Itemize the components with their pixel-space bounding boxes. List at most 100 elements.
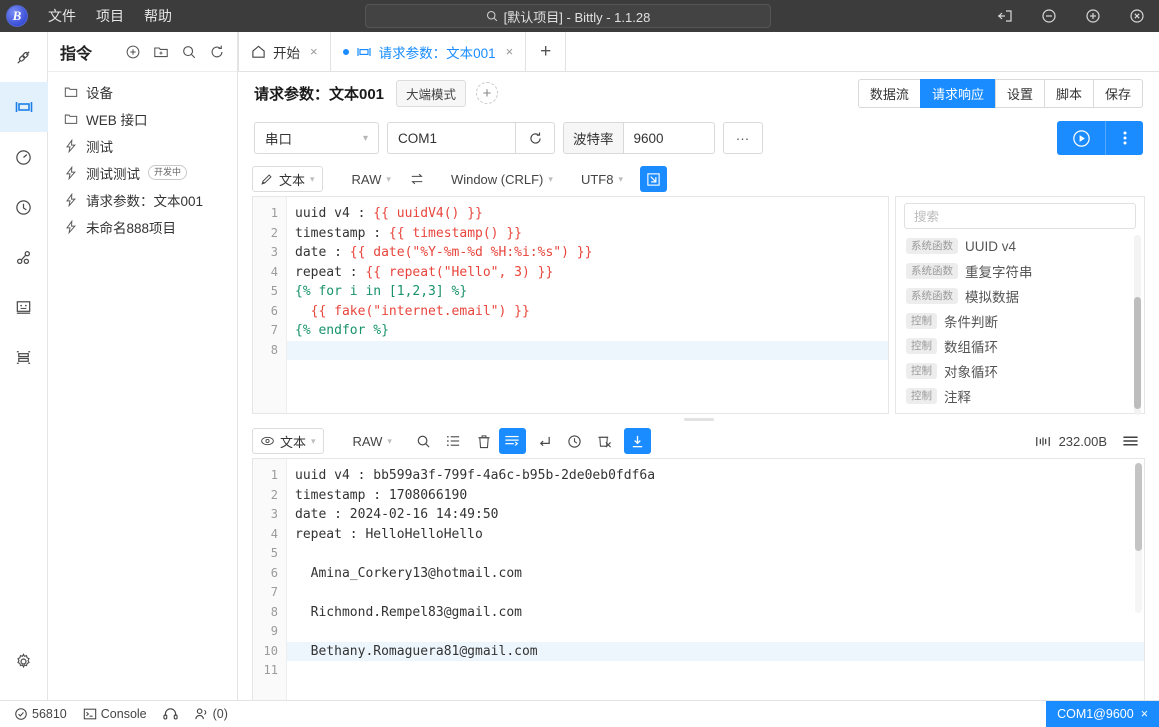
request-code-editor[interactable]: 12345678 uuid v4 : {{ uuidV4() }}timesta… [252,196,889,414]
code-line[interactable]: uuid v4 : {{ uuidV4() }} [287,204,888,224]
output-line[interactable]: Amina_Corkery13@hotmail.com [287,564,1144,584]
helper-list-item[interactable]: 控制条件判断 [896,309,1144,334]
status-users[interactable]: (0) [186,701,236,727]
output-line[interactable]: uuid v4 : bb599a3f-799f-4a6c-b95b-2de0eb… [287,466,1144,486]
maximize-icon[interactable] [1071,0,1115,32]
rail-item-directive[interactable] [0,82,48,132]
tab-request-response[interactable]: 请求响应 [920,79,995,108]
output-line[interactable]: Richmond.Rempel83@gmail.com [287,603,1144,623]
editor-code-lines[interactable]: uuid v4 : {{ uuidV4() }}timestamp : {{ t… [287,197,888,413]
tree-item-device[interactable]: 设备 [48,78,237,105]
tab-data-stream[interactable]: 数据流 [858,79,920,108]
rail-item-connect[interactable] [0,32,48,82]
com-port-input[interactable]: COM1 [387,122,515,154]
tree-item-request-params[interactable]: 请求参数：文本001 [48,186,237,213]
expand-icon[interactable] [640,166,667,192]
tree-item-web-interface[interactable]: WEB 接口 [48,105,237,132]
helper-list-item[interactable]: 系统函数UUID v4 [896,234,1144,259]
vertical-dots-icon[interactable] [1105,121,1143,155]
play-circle-icon[interactable] [1057,121,1105,155]
editor-encoding-select[interactable]: UTF8 ▾ [570,172,634,187]
helper-list-item[interactable]: 控制对象循环 [896,359,1144,384]
output-format-select[interactable]: 文本 ▾ [252,428,324,454]
output-lines[interactable]: uuid v4 : bb599a3f-799f-4a6c-b95b-2de0eb… [287,459,1144,700]
code-line[interactable]: repeat : {{ repeat("Hello", 3) }} [287,263,888,283]
output-line[interactable]: timestamp : 1708066190 [287,486,1144,506]
endian-mode-button[interactable]: 大端模式 [396,80,466,107]
editor-raw-select[interactable]: RAW ▾ [341,172,402,187]
tab-request-params[interactable]: 请求参数：文本001 × [331,32,527,71]
editor-format-select[interactable]: 文本 ▾ [252,166,323,192]
more-options-button[interactable]: ··· [723,122,763,154]
newline-icon[interactable] [530,428,560,454]
port-type-select[interactable]: 串口 ▾ [254,122,379,154]
output-line[interactable] [287,583,1144,603]
status-console[interactable]: Console [75,701,155,727]
search-icon[interactable] [177,40,201,64]
status-support[interactable] [155,701,186,727]
hamburger-icon[interactable] [1115,428,1145,454]
status-count[interactable]: 56810 [6,701,75,727]
tab-settings[interactable]: 设置 [995,79,1044,108]
baud-rate-input[interactable]: 9600 [623,122,715,154]
code-line[interactable]: {% endfor %} [287,321,888,341]
panel-splitter[interactable] [238,414,1159,424]
rail-item-history[interactable] [0,182,48,232]
status-connection-badge[interactable]: COM1@9600 × [1046,701,1159,727]
clear-format-icon[interactable] [590,428,620,454]
new-folder-icon[interactable] [149,40,173,64]
code-line[interactable]: {% for i in [1,2,3] %} [287,282,888,302]
helper-list-item[interactable]: 控制数组循环 [896,334,1144,359]
menu-file[interactable]: 文件 [38,2,86,30]
helper-search-input[interactable]: 搜索 [904,203,1136,229]
plus-circle-icon[interactable] [121,40,145,64]
output-line[interactable]: Bethany.Romaguera81@gmail.com [287,642,1144,662]
output-line[interactable] [287,544,1144,564]
close-icon[interactable]: × [1141,707,1148,721]
tree-item-test-test[interactable]: 测试测试 开发中 [48,159,237,186]
save-button[interactable]: 保存 [1093,79,1143,108]
rail-item-dashboard[interactable] [0,132,48,182]
code-line[interactable] [287,341,888,361]
menu-help[interactable]: 帮助 [134,2,182,30]
refresh-icon[interactable] [205,40,229,64]
helper-list-item[interactable]: 系统函数重复字符串 [896,259,1144,284]
close-icon[interactable]: × [506,44,514,59]
tree-item-test[interactable]: 测试 [48,132,237,159]
tab-script[interactable]: 脚本 [1044,79,1093,108]
code-line[interactable]: timestamp : {{ timestamp() }} [287,224,888,244]
tree-item-unnamed-project[interactable]: 未命名888项目 [48,213,237,240]
helper-list-item[interactable]: 系统函数模拟数据 [896,284,1144,309]
code-line[interactable]: {{ fake("internet.email") }} [287,302,888,322]
output-raw-select[interactable]: RAW ▾ [342,434,403,449]
output-line[interactable]: repeat : HelloHelloHello [287,525,1144,545]
rail-item-flow[interactable] [0,232,48,282]
editor-newline-select[interactable]: Window (CRLF) ▾ [440,172,564,187]
gear-icon[interactable] [0,636,48,686]
download-icon[interactable] [624,428,651,454]
pin-icon[interactable] [983,0,1027,32]
minimize-icon[interactable] [1027,0,1071,32]
new-tab-button[interactable]: + [526,32,566,71]
close-icon[interactable]: × [310,44,318,59]
clock-icon[interactable] [560,428,590,454]
output-line[interactable]: date : 2024-02-16 14:49:50 [287,505,1144,525]
output-scrollbar[interactable] [1135,463,1142,613]
trash-icon[interactable] [469,428,499,454]
tab-start[interactable]: 开始 × [238,32,331,71]
refresh-ports-button[interactable] [515,122,555,154]
rail-item-monitor[interactable] [0,282,48,332]
menu-project[interactable]: 项目 [86,2,134,30]
output-line[interactable] [287,661,1144,681]
loop-icon[interactable] [402,166,432,192]
helper-scrollbar[interactable] [1134,235,1141,415]
list-icon[interactable] [439,428,469,454]
helper-list-item[interactable]: 控制注释 [896,384,1144,407]
title-search-box[interactable]: [默认项目] - Bittly - 1.1.28 [365,4,771,28]
code-line[interactable]: date : {{ date("%Y-%m-%d %H:%i:%s") }} [287,243,888,263]
wrap-icon[interactable] [499,428,526,454]
close-icon[interactable] [1115,0,1159,32]
add-param-button[interactable]: + [476,82,498,104]
rail-item-server[interactable] [0,332,48,382]
output-line[interactable] [287,622,1144,642]
